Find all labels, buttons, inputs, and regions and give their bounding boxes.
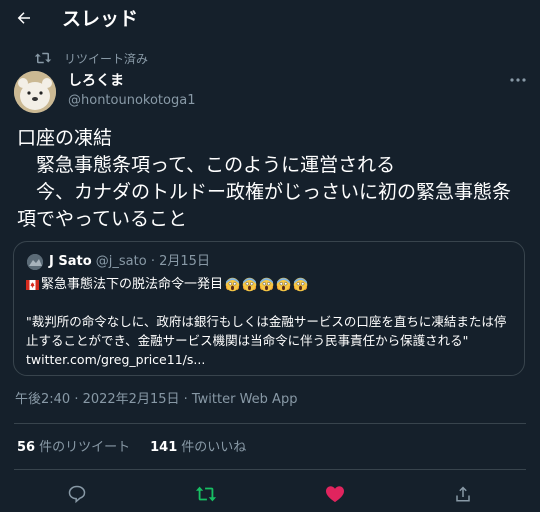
quoted-separator: · xyxy=(150,254,155,269)
page-title: スレッド xyxy=(62,8,139,30)
likes-label: 件のいいね xyxy=(181,440,247,455)
quoted-author-handle: @j_sato xyxy=(95,254,147,269)
quoted-tweet-card[interactable]: J Sato @j_sato · 2月15日 緊急事態法下の脱法命令一発目 "裁… xyxy=(13,241,525,376)
likes-count: 141 xyxy=(150,440,178,455)
back-button[interactable] xyxy=(12,6,36,30)
quoted-author-name: J Sato xyxy=(49,254,92,269)
divider-bottom xyxy=(14,469,526,470)
author-display-name[interactable]: しろくま xyxy=(68,72,124,90)
author-handle[interactable]: @hontounokotoga1 xyxy=(68,93,195,109)
retweet-icon xyxy=(34,52,52,64)
scream-emoji-icon xyxy=(293,277,308,292)
share-button[interactable] xyxy=(450,482,476,506)
divider-top xyxy=(14,423,526,424)
avatar[interactable] xyxy=(14,71,56,113)
more-options-button[interactable] xyxy=(508,72,528,88)
retweets-count: 56 xyxy=(17,440,36,455)
quoted-tweet-header: J Sato @j_sato · 2月15日 xyxy=(49,254,210,270)
scream-emoji-icon xyxy=(276,277,291,292)
retweeted-label: リツイート済み xyxy=(64,52,149,66)
reply-button[interactable] xyxy=(64,482,90,506)
arrow-left-icon xyxy=(17,12,30,24)
heart-icon xyxy=(326,486,344,503)
retweets-stat[interactable]: 56 件のリツイート xyxy=(17,440,130,456)
tweet-stats: 56 件のリツイート 141 件のいいね xyxy=(17,440,246,456)
likes-stat[interactable]: 141 件のいいね xyxy=(150,440,246,456)
retweet-icon xyxy=(195,486,217,502)
tweet-text: 口座の凍結 緊急事態条項って、このように運営される 今、カナダのトルドー政権がじ… xyxy=(17,127,512,230)
polar-bear-avatar-image xyxy=(14,71,56,113)
scream-emoji-icon xyxy=(225,277,240,292)
scream-emoji-row xyxy=(223,277,308,292)
share-icon xyxy=(456,486,470,502)
tweet-timestamp[interactable]: 午後2:40 · 2022年2月15日 · Twitter Web App xyxy=(15,392,297,408)
quoted-date: 2月15日 xyxy=(159,254,210,269)
like-button[interactable] xyxy=(322,482,348,506)
quoted-first-line: 緊急事態法下の脱法命令一発目 xyxy=(26,276,308,293)
tweet-actions-bar xyxy=(0,478,540,512)
reply-icon xyxy=(68,485,86,504)
scream-emoji-icon xyxy=(259,277,274,292)
quoted-tweet-body: "裁判所の命令なしに、政府は銀行もしくは金融サービスの口座を直ちに凍結または停止… xyxy=(26,314,507,367)
quoted-first-line-text: 緊急事態法下の脱法命令一発目 xyxy=(41,277,224,292)
canada-flag-icon xyxy=(26,279,39,290)
quoted-avatar xyxy=(27,254,43,270)
quoted-avatar-image xyxy=(27,254,43,270)
retweet-button[interactable] xyxy=(193,482,219,506)
more-dots-icon xyxy=(510,78,526,82)
retweets-label: 件のリツイート xyxy=(39,440,131,455)
scream-emoji-icon xyxy=(242,277,257,292)
